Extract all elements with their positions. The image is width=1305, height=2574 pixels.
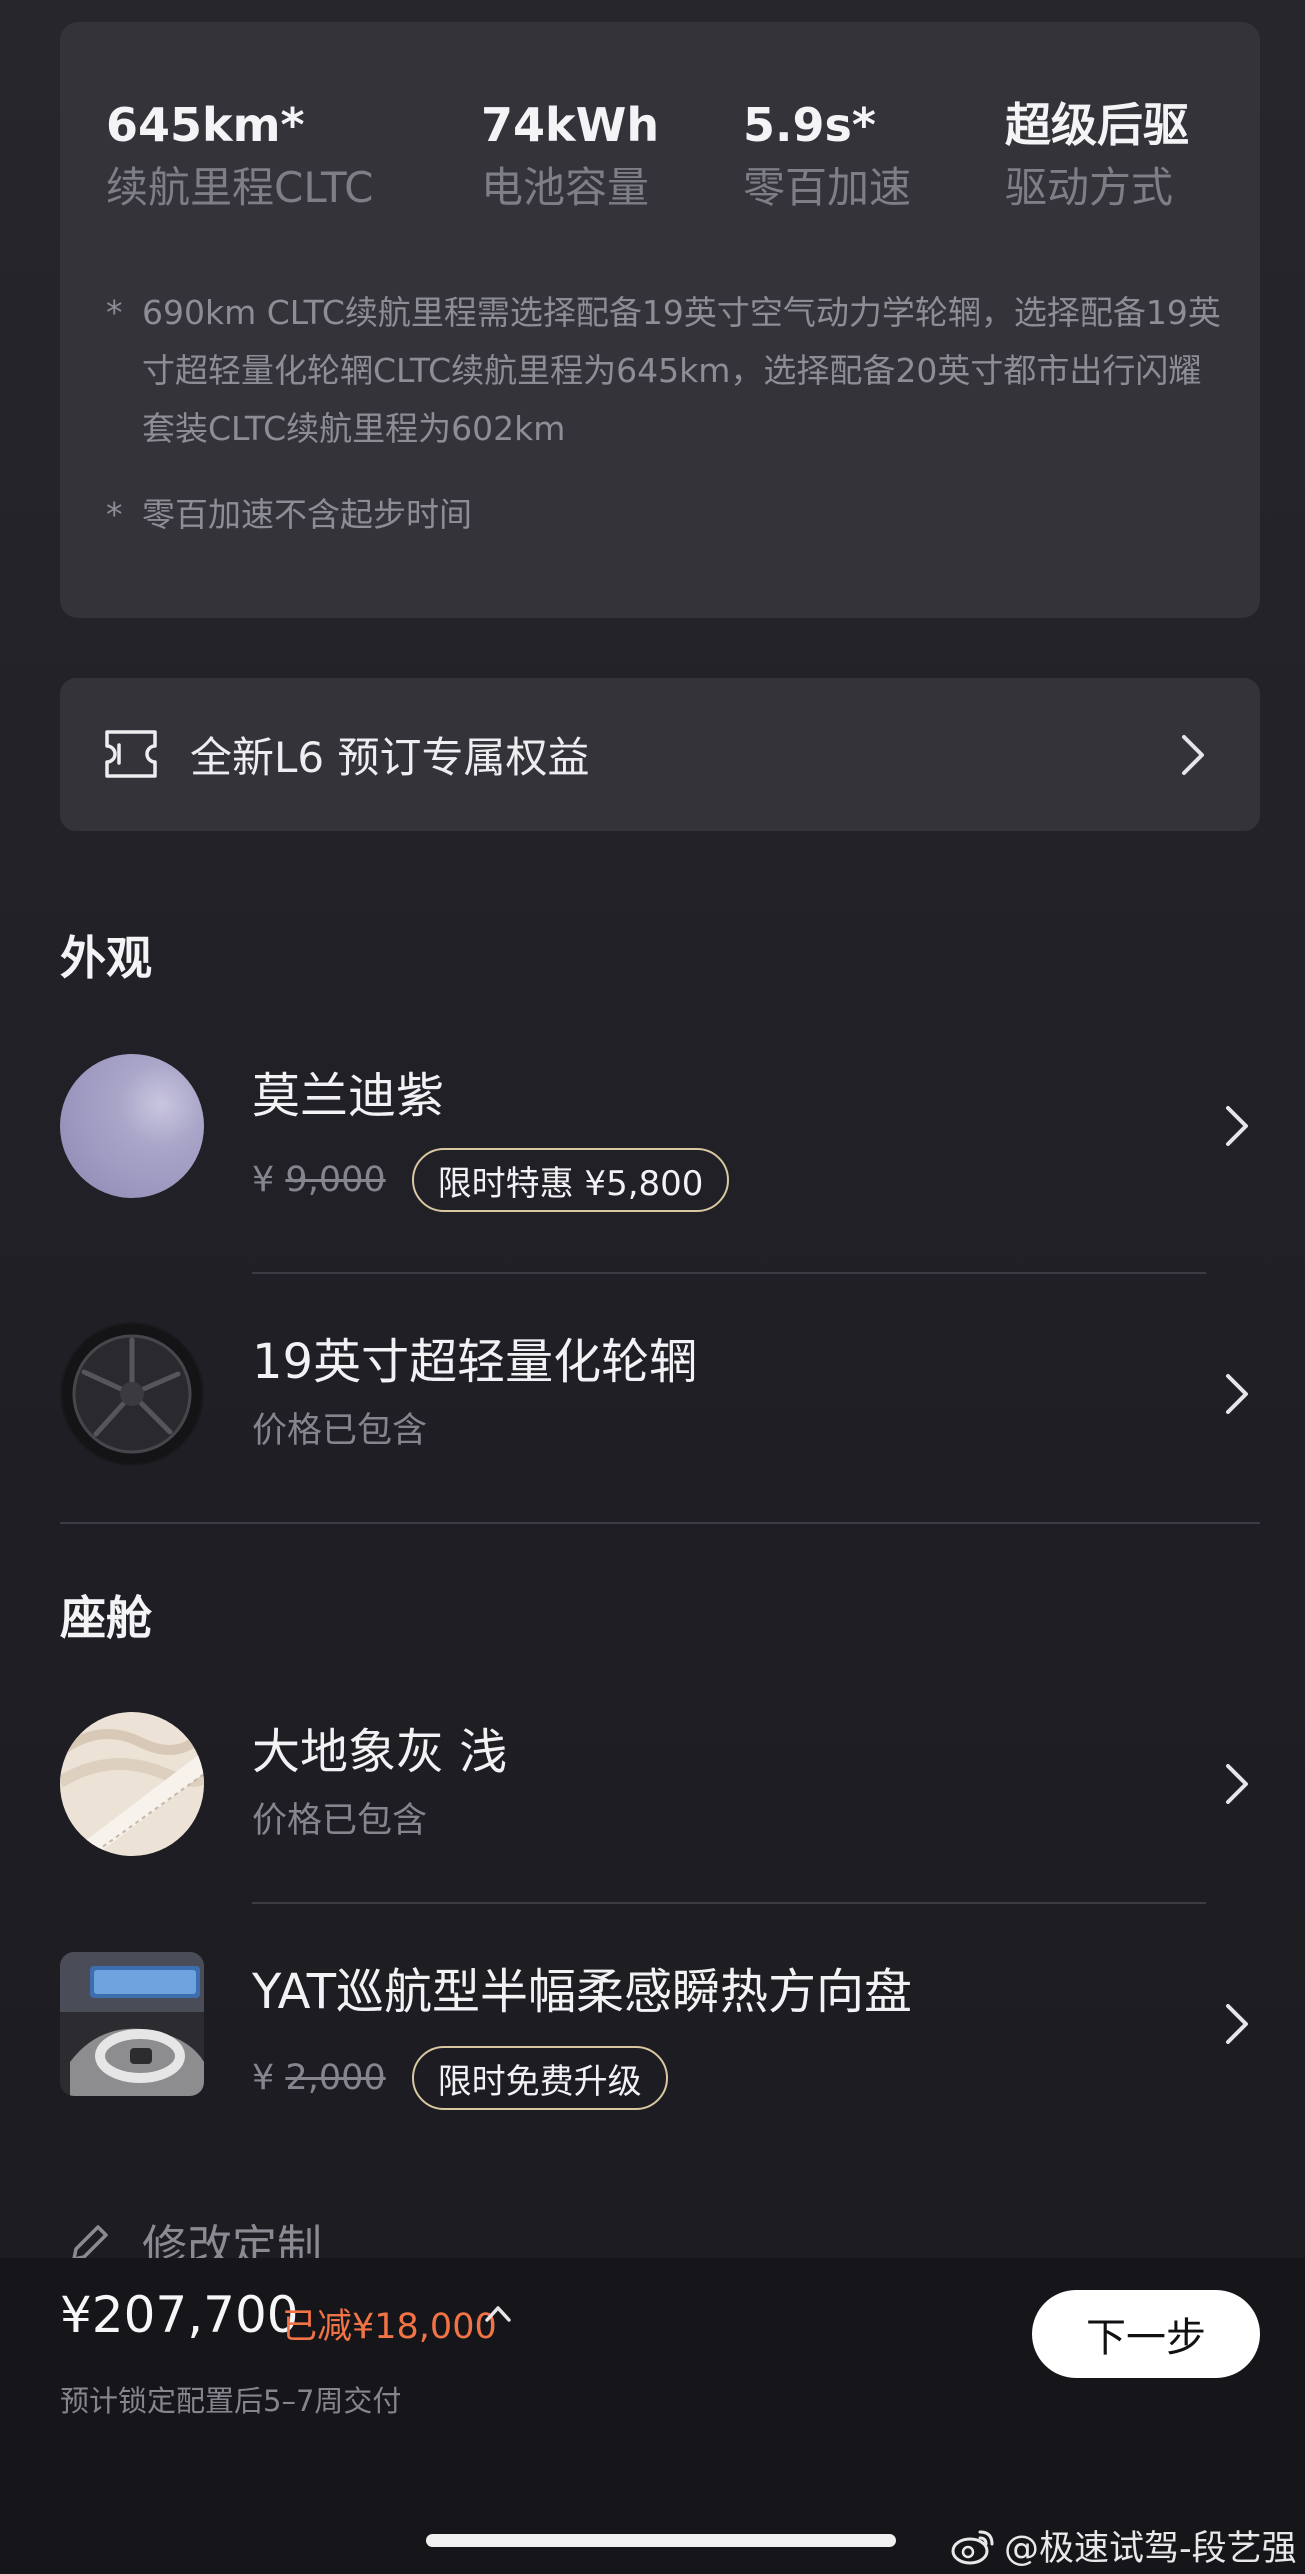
spec-summary-card: 645km* 续航里程CLTC 74kWh 电池容量 5.9s* 零百加速 超级… xyxy=(60,22,1260,618)
ticket-icon xyxy=(105,730,157,778)
price-included-note: 价格已包含 xyxy=(252,1411,428,1451)
spec-drive: 超级后驱 驱动方式 xyxy=(1005,98,1189,214)
spec-footnotes: * 690km CLTC续航里程需选择配备19英寸空气动力学轮辋，选择配备19英… xyxy=(106,284,1226,544)
spec-value: 超级后驱 xyxy=(1005,98,1189,152)
next-step-button[interactable]: 下一步 xyxy=(1032,2290,1260,2378)
promo-badge: 限时特惠 ¥5,800 xyxy=(411,1148,730,1212)
section-title-cabin: 座舱 xyxy=(60,1591,152,1645)
price-included-note: 价格已包含 xyxy=(252,1801,428,1841)
option-interior-color[interactable]: 大地象灰 浅 价格已包含 xyxy=(60,1712,1260,1857)
footnote: * 690km CLTC续航里程需选择配备19英寸空气动力学轮辋，选择配备19英… xyxy=(106,284,1226,458)
spec-value: 74kWh xyxy=(481,98,660,152)
spec-label: 电池容量 xyxy=(481,163,650,213)
option-name: 19英寸超轻量化轮辋 xyxy=(252,1334,698,1390)
spec-label: 零百加速 xyxy=(743,163,912,213)
option-steering-wheel[interactable]: YAT巡航型半幅柔感瞬热方向盘 ¥ 2,000 限时免费升级 xyxy=(60,1952,1260,2110)
promo-badge: 限时免费升级 xyxy=(411,2046,668,2110)
discount-amount[interactable]: 已减¥18,000 xyxy=(282,2298,497,2349)
price-row: ¥ 2,000 限时免费升级 xyxy=(252,2046,668,2110)
spec-value: 5.9s* xyxy=(743,98,876,152)
divider xyxy=(252,1902,1206,1904)
spec-acceleration: 5.9s* 零百加速 xyxy=(743,98,911,214)
chevron-right-icon xyxy=(1226,1764,1248,1804)
option-name: YAT巡航型半幅柔感瞬热方向盘 xyxy=(252,1964,913,2020)
chevron-right-icon xyxy=(1182,735,1204,775)
wheel-thumbnail xyxy=(60,1322,204,1466)
steering-wheel-thumbnail xyxy=(60,1952,204,2096)
watermark-text: @极速试驾-段艺强 xyxy=(1004,2529,1297,2569)
spec-battery: 74kWh 电池容量 xyxy=(481,98,659,214)
original-price: ¥ 9,000 xyxy=(252,1160,386,1200)
price-row: ¥ 9,000 限时特惠 ¥5,800 xyxy=(252,1148,730,1212)
delivery-estimate: 预计锁定配置后5–7周交付 xyxy=(60,2384,402,2418)
spec-range: 645km* 续航里程CLTC xyxy=(106,98,373,214)
configurator-page: 645km* 续航里程CLTC 74kWh 电池容量 5.9s* 零百加速 超级… xyxy=(0,0,1305,2574)
section-divider xyxy=(60,1522,1260,1524)
footnote-text: 690km CLTC续航里程需选择配备19英寸空气动力学轮辋，选择配备19英寸超… xyxy=(142,293,1221,448)
chevron-right-icon xyxy=(1226,2004,1248,2044)
weibo-icon xyxy=(951,2530,994,2564)
paint-swatch xyxy=(60,1054,204,1198)
original-price: ¥ 2,000 xyxy=(252,2058,386,2098)
spec-label: 续航里程CLTC xyxy=(106,163,374,213)
divider xyxy=(252,1272,1206,1274)
section-title-exterior: 外观 xyxy=(60,931,152,985)
watermark: @极速试驾-段艺强 xyxy=(950,2520,1297,2571)
footnote: * 零百加速不含起步时间 xyxy=(106,486,1226,544)
preorder-benefits-banner[interactable]: 全新L6 预订专属权益 xyxy=(60,678,1260,831)
chevron-up-icon[interactable] xyxy=(484,2302,512,2324)
chevron-right-icon xyxy=(1226,1374,1248,1414)
option-paint-color[interactable]: 莫兰迪紫 ¥ 9,000 限时特惠 ¥5,800 xyxy=(60,1054,1260,1212)
spec-value: 645km* xyxy=(106,98,305,152)
option-name: 大地象灰 浅 xyxy=(252,1724,508,1780)
chevron-right-icon xyxy=(1226,1106,1248,1146)
option-wheels[interactable]: 19英寸超轻量化轮辋 价格已包含 xyxy=(60,1322,1260,1467)
spec-label: 驱动方式 xyxy=(1005,163,1174,213)
benefit-label: 全新L6 预订专属权益 xyxy=(190,733,590,782)
footnote-text: 零百加速不含起步时间 xyxy=(142,495,472,534)
footnote-marker: * xyxy=(106,293,123,332)
footnote-marker: * xyxy=(106,495,123,534)
home-indicator[interactable] xyxy=(426,2534,896,2547)
total-price: ¥207,700 xyxy=(60,2286,299,2344)
option-name: 莫兰迪紫 xyxy=(252,1068,445,1124)
interior-swatch xyxy=(60,1712,204,1856)
